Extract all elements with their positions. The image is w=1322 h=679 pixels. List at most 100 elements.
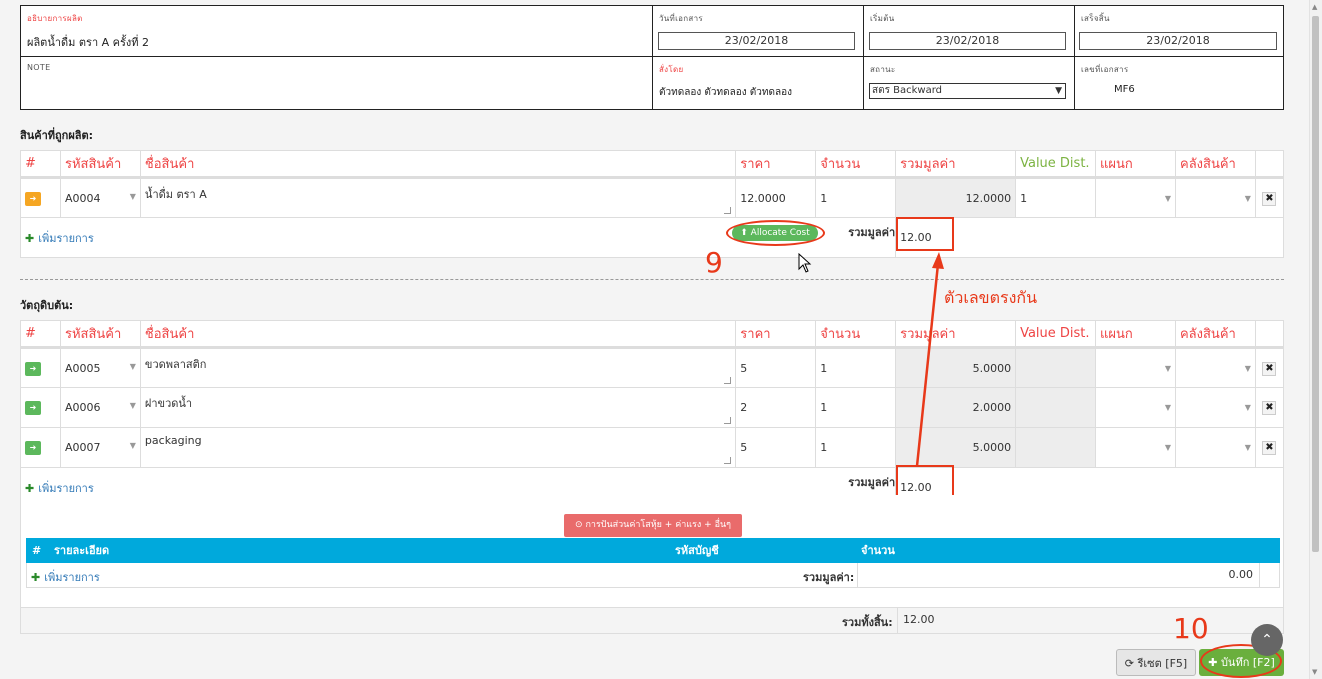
produced-table: # รหัสสินค้า ชื่อสินค้า ราคา จำนวน รวมมู… — [19, 150, 1285, 258]
delete-row-icon[interactable]: ✖ — [1262, 441, 1277, 455]
doc-no-value: MF6 — [1114, 84, 1135, 95]
item-warehouse-select[interactable]: ▼ — [1175, 176, 1256, 218]
resize-handle-icon[interactable] — [724, 457, 732, 464]
add-overhead-item-link[interactable]: ✚ เพิ่มรายการ — [31, 568, 100, 586]
item-qty-input[interactable]: 1 — [815, 387, 897, 428]
item-name-textarea[interactable]: ขวดพลาสติก — [139, 346, 737, 388]
section-divider — [20, 279, 1284, 280]
description-label: อธิบายการผลิต — [27, 14, 83, 23]
annotation-oval — [726, 220, 825, 246]
item-name-textarea[interactable]: packaging — [139, 427, 737, 468]
scrollbar[interactable]: ▲ ▼ — [1309, 0, 1322, 679]
col-dept: แผนก — [1095, 320, 1176, 348]
col-value-dist: Value Dist. — [1015, 320, 1097, 348]
caret-down-icon: ▼ — [1244, 443, 1251, 452]
col-value-dist: Value Dist. — [1015, 150, 1097, 178]
item-qty-input[interactable]: 1 — [815, 346, 897, 388]
add-material-item-link[interactable]: ✚ เพิ่มรายการ — [25, 482, 94, 495]
doc-date-input[interactable]: 23/02/2018 — [658, 32, 855, 50]
col-price: ราคา — [735, 320, 817, 348]
status-select-value: สตร Backward — [872, 85, 943, 96]
resize-handle-icon[interactable] — [724, 377, 732, 384]
finish-date-input[interactable]: 23/02/2018 — [1079, 32, 1277, 50]
resize-handle-icon[interactable] — [724, 417, 732, 424]
caret-down-icon: ▼ — [129, 441, 136, 450]
row-expand-icon[interactable]: ➜ — [25, 441, 41, 455]
produced-section-title: สินค้าที่ถูกผลิต: — [20, 129, 94, 142]
item-code-select[interactable]: A0004 ▼ — [59, 176, 141, 218]
document-header-form: อธิบายการผลิต ผลิตน้ำดื่ม ตรา A ครั้งที่… — [20, 5, 1284, 110]
item-dept-select[interactable]: ▼ — [1095, 176, 1176, 218]
status-label: สถานะ — [870, 65, 896, 74]
grand-total-label: รวมทั้งสิ้น: — [842, 616, 893, 629]
item-warehouse-select[interactable]: ▼ — [1174, 387, 1256, 428]
item-dept-select[interactable]: ▼ — [1095, 387, 1176, 428]
item-qty-input[interactable]: 1 — [815, 176, 897, 218]
chevron-down-circle-icon: ⊙ — [575, 520, 583, 530]
scrollbar-thumb[interactable] — [1312, 16, 1319, 552]
overhead-panel: ⊙ การปันส่วนค่าโสหุ้ย + ค่าแรง + อื่นๆ #… — [20, 495, 1284, 608]
delete-row-icon[interactable]: ✖ — [1262, 191, 1277, 206]
grand-total-row: รวมทั้งสิ้น: 12.00 — [20, 608, 1284, 634]
caret-down-icon: ▼ — [1244, 363, 1251, 373]
item-warehouse-select[interactable]: ▼ — [1174, 346, 1256, 388]
row-expand-icon[interactable]: ➜ — [25, 191, 41, 206]
note-cell[interactable]: NOTE — [21, 57, 653, 109]
annotation-box-produced-total — [896, 217, 954, 251]
delete-row-icon[interactable]: ✖ — [1262, 361, 1277, 376]
col-price: ราคา — [735, 150, 817, 178]
finish-date-label: เสร็จสิ้น — [1081, 14, 1110, 23]
col-amount: จำนวน — [861, 544, 895, 557]
row-expand-icon[interactable]: ➜ — [25, 401, 41, 415]
col-warehouse: คลังสินค้า — [1174, 320, 1256, 348]
item-price-input[interactable]: 12.0000 — [735, 176, 817, 218]
col-detail: รายละเอียด — [54, 544, 110, 557]
plus-icon: ✚ — [25, 481, 35, 495]
item-code-select[interactable]: A0006 ▼ — [59, 387, 141, 428]
refresh-icon: ⟳ — [1124, 657, 1135, 670]
col-delete — [1254, 150, 1285, 178]
item-name-textarea[interactable]: ฝาขวดน้ำ — [139, 387, 737, 428]
doc-no-label: เลขที่เอกสาร — [1081, 65, 1129, 74]
caret-down-icon: ▼ — [129, 361, 136, 371]
scroll-to-top-icon[interactable]: ⌃ — [1251, 624, 1283, 656]
item-code-select[interactable]: A0005 ▼ — [59, 346, 141, 388]
overhead-allocation-button[interactable]: ⊙ การปันส่วนค่าโสหุ้ย + ค่าแรง + อื่นๆ — [564, 514, 742, 537]
caret-down-icon: ▼ — [1244, 403, 1251, 412]
item-name-textarea[interactable]: น้ำดื่ม ตรา A — [139, 176, 737, 218]
item-dept-select[interactable]: ▼ — [1095, 346, 1176, 388]
resize-handle-icon[interactable] — [724, 207, 732, 214]
scroll-down-icon[interactable]: ▼ — [1312, 668, 1317, 676]
item-price-input[interactable]: 5 — [735, 346, 817, 388]
annotation-match-note: ตัวเลขตรงกัน — [944, 288, 1038, 307]
table-row: ➜ A0007 ▼ packaging 5 1 5.0000 ▼ ▼ ✖ — [20, 427, 1285, 468]
description-value[interactable]: ผลิตน้ำดื่ม ตรา A ครั้งที่ 2 — [27, 33, 646, 51]
overhead-total-value: 0.00 — [1228, 568, 1254, 581]
ordered-by-value: ตัวทดลอง ตัวทดลอง ตัวทดลอง — [659, 87, 792, 98]
col-num: # — [32, 544, 42, 557]
item-price-input[interactable]: 5 — [735, 427, 817, 468]
start-date-input[interactable]: 23/02/2018 — [869, 32, 1066, 50]
item-code-select[interactable]: A0007 ▼ — [59, 427, 141, 468]
item-value-dist-cell — [1015, 346, 1097, 388]
row-expand-icon[interactable]: ➜ — [25, 361, 41, 376]
produced-header-row: # รหัสสินค้า ชื่อสินค้า ราคา จำนวน รวมมู… — [20, 150, 1285, 178]
item-dept-select[interactable]: ▼ — [1095, 427, 1176, 468]
status-select[interactable]: สตร Backward ▼ — [869, 83, 1066, 99]
add-produced-item-link[interactable]: ✚ เพิ่มรายการ — [25, 232, 94, 245]
item-qty-input[interactable]: 1 — [815, 427, 897, 468]
item-price-input[interactable]: 2 — [735, 387, 817, 428]
delete-row-icon[interactable]: ✖ — [1262, 401, 1277, 415]
ordered-by-label: สั่งโดย — [659, 65, 684, 74]
materials-table: # รหัสสินค้า ชื่อสินค้า ราคา จำนวน รวมมู… — [19, 320, 1285, 508]
item-value-dist-input[interactable]: 1 — [1015, 176, 1097, 218]
table-row: ➜ A0004 ▼ น้ำดื่ม ตรา A 12.0000 1 12.0000… — [20, 176, 1285, 218]
doc-no-cell: เลขที่เอกสาร MF6 — [1075, 57, 1284, 109]
annotation-arrow-icon — [915, 252, 944, 467]
description-cell: อธิบายการผลิต ผลิตน้ำดื่ม ตรา A ครั้งที่… — [21, 6, 653, 57]
item-warehouse-select[interactable]: ▼ — [1174, 427, 1256, 468]
reset-button[interactable]: ⟳ รีเซต [F5] — [1116, 649, 1196, 676]
scroll-up-icon[interactable]: ▲ — [1312, 3, 1317, 11]
col-account: รหัสบัญชี — [675, 544, 719, 557]
annotation-step-9: 9 — [705, 246, 723, 279]
